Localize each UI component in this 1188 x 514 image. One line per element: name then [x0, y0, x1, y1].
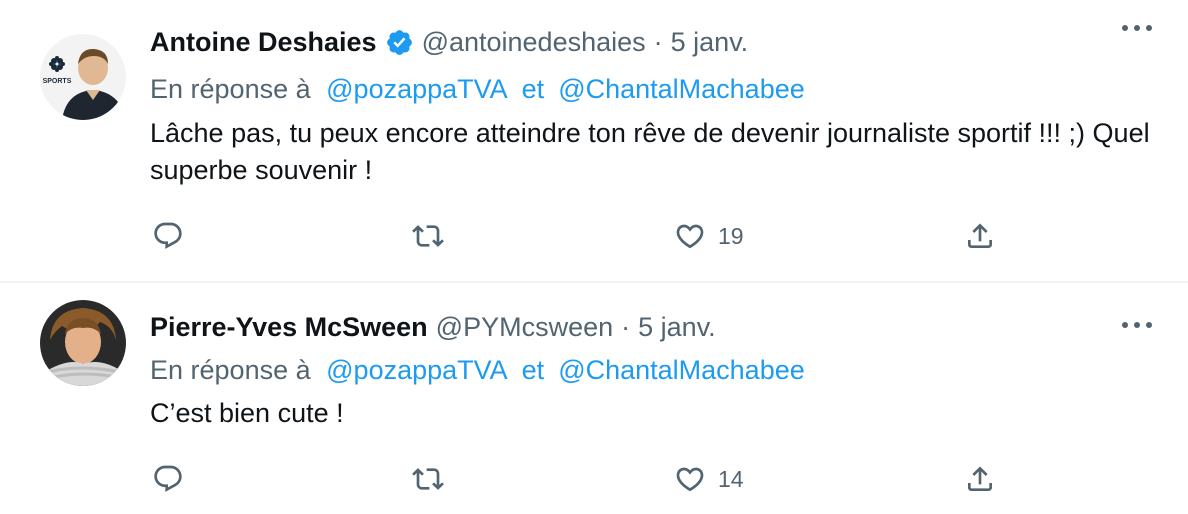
retweet-icon	[412, 468, 444, 490]
like-icon	[676, 467, 704, 492]
avatar[interactable]: SPORTS	[40, 34, 126, 120]
tweet-date[interactable]: 5 janv.	[671, 27, 749, 58]
mention-joiner: et	[521, 74, 545, 104]
reply-button[interactable]	[152, 216, 184, 256]
retweet-button[interactable]	[412, 216, 444, 256]
share-button[interactable]	[964, 459, 996, 499]
tweet[interactable]: Pierre-Yves McSween @PYMcsween · 5 janv.…	[0, 283, 1188, 514]
tweet[interactable]: SPORTS Antoine Deshaies @antoinedeshaies…	[0, 0, 1188, 283]
avatar-badge-text: SPORTS	[43, 78, 72, 85]
author-name[interactable]: Antoine Deshaies	[150, 27, 377, 58]
mention-link[interactable]: @pozappaTVA	[326, 355, 508, 385]
tweet-header: Pierre-Yves McSween @PYMcsween · 5 janv.	[150, 307, 716, 347]
tweet-actions: 14	[150, 459, 1010, 499]
avatar-image	[40, 300, 126, 386]
author-name[interactable]: Pierre-Yves McSween	[150, 312, 428, 343]
reply-icon	[154, 222, 182, 249]
more-options-icon[interactable]	[1116, 311, 1158, 339]
more-options-icon[interactable]	[1116, 14, 1158, 42]
like-count: 19	[718, 222, 744, 249]
header-separator: ·	[653, 26, 663, 57]
like-button[interactable]: 14	[674, 459, 744, 499]
like-icon	[676, 224, 704, 249]
avatar[interactable]	[40, 300, 126, 386]
verified-badge-icon	[385, 28, 414, 57]
reply-prefix: En réponse à	[150, 355, 311, 385]
mention-joiner: et	[521, 355, 545, 385]
share-icon	[968, 466, 992, 491]
tweet-text: Lâche pas, tu peux encore atteindre ton …	[150, 118, 1150, 185]
reply-icon	[154, 465, 182, 492]
author-handle[interactable]: @antoinedeshaies	[422, 27, 646, 58]
retweet-button[interactable]	[412, 459, 444, 499]
reply-context: En réponse à @pozappaTVA et @ChantalMachab…	[150, 74, 805, 105]
avatar-image: SPORTS	[40, 34, 126, 120]
mention-link[interactable]: @ChantalMachabee	[558, 355, 805, 385]
tweet-header: Antoine Deshaies @antoinedeshaies · 5 ja…	[150, 22, 748, 62]
share-icon	[968, 223, 992, 248]
tweet-actions: 19	[150, 216, 1010, 256]
reply-context: En réponse à @pozappaTVA et @ChantalMachab…	[150, 355, 805, 386]
share-button[interactable]	[964, 216, 996, 256]
reply-prefix: En réponse à	[150, 74, 311, 104]
mention-link[interactable]: @ChantalMachabee	[558, 74, 805, 104]
tweet-date[interactable]: 5 janv.	[638, 312, 716, 343]
mention-link[interactable]: @pozappaTVA	[326, 74, 508, 104]
like-button[interactable]: 19	[674, 216, 744, 256]
reply-button[interactable]	[152, 459, 184, 499]
retweet-icon	[412, 225, 444, 247]
like-count: 14	[718, 465, 744, 492]
author-handle[interactable]: @PYMcsween	[436, 312, 613, 343]
tweet-text: C’est bien cute !	[150, 398, 344, 428]
header-separator: ·	[621, 311, 631, 342]
